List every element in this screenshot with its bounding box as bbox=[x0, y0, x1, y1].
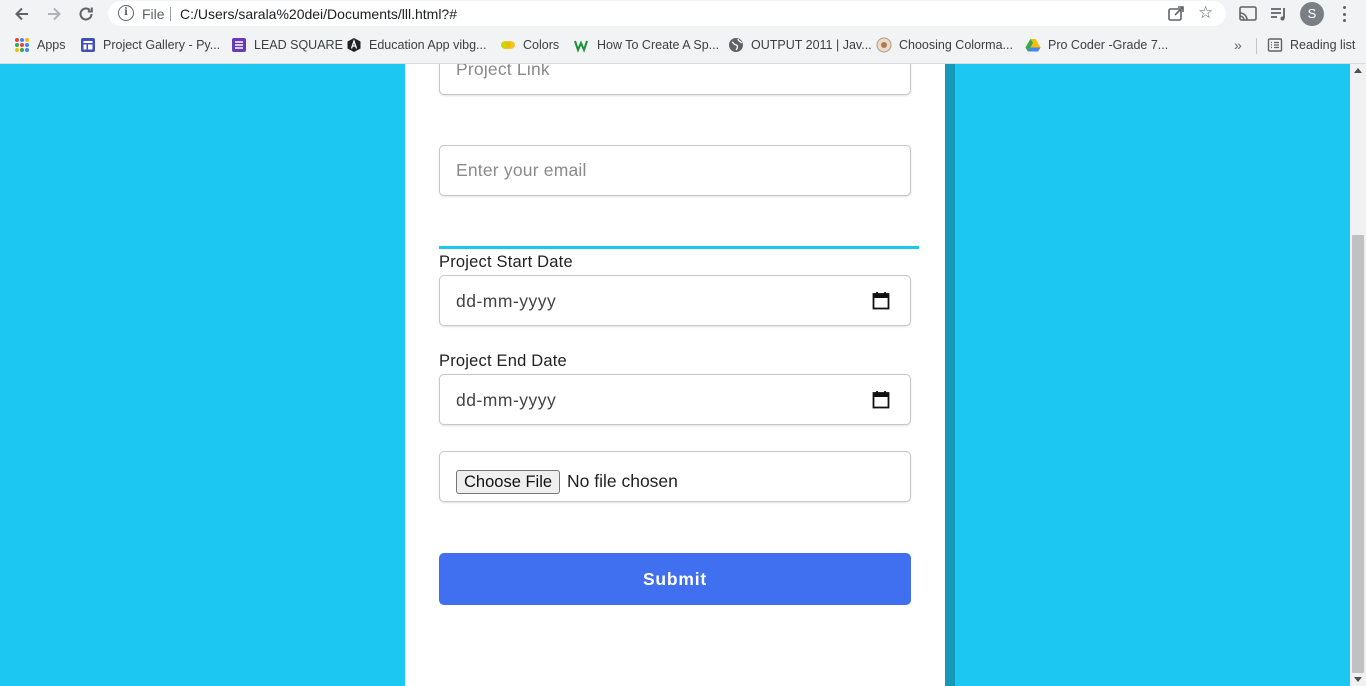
browser-toolbar: i File C:/Users/sarala%20dei/Documents/l… bbox=[0, 0, 1366, 28]
bookmark-apps[interactable]: Apps bbox=[14, 35, 66, 55]
bookmark-label: OUTPUT 2011 | Jav... bbox=[751, 38, 872, 52]
apps-grid-icon bbox=[14, 37, 30, 53]
forward-arrow-icon bbox=[48, 7, 61, 21]
back-button[interactable] bbox=[10, 2, 34, 26]
bookmark-project-gallery[interactable]: Project Gallery - Py... bbox=[80, 35, 220, 55]
education-app-icon bbox=[346, 37, 362, 53]
bookmarks-bar: Apps Project Gallery - Py... LEAD SQUARE… bbox=[0, 32, 1366, 58]
project-link-input[interactable]: Project Link bbox=[439, 64, 911, 95]
site-info-icon[interactable]: i bbox=[118, 5, 134, 21]
scrollbar-thumb[interactable] bbox=[1352, 235, 1364, 673]
browser-menu-icon[interactable] bbox=[1336, 4, 1352, 24]
bookmark-pro-coder[interactable]: Pro Coder -Grade 7... bbox=[1025, 35, 1168, 55]
colormap-icon bbox=[876, 37, 892, 53]
bookmark-colors[interactable]: Colors bbox=[500, 35, 559, 55]
browser-chrome: i File C:/Users/sarala%20dei/Documents/l… bbox=[0, 0, 1366, 64]
vertical-scrollbar[interactable] bbox=[1350, 64, 1366, 686]
media-control-icon[interactable] bbox=[1268, 3, 1290, 25]
project-gallery-icon bbox=[80, 37, 96, 53]
w-icon bbox=[574, 37, 590, 53]
bookmark-label: Project Gallery - Py... bbox=[103, 38, 221, 52]
reload-button[interactable] bbox=[74, 2, 98, 26]
cast-icon[interactable] bbox=[1237, 3, 1259, 25]
end-date-input[interactable]: dd-mm-yyyy bbox=[439, 374, 911, 425]
end-date-placeholder: dd-mm-yyyy bbox=[456, 390, 557, 410]
reload-icon bbox=[79, 7, 93, 21]
bookmark-lead-square[interactable]: LEAD SQUARE bbox=[231, 35, 343, 55]
calendar-icon[interactable] bbox=[872, 291, 890, 310]
url-text[interactable]: C:/Users/sarala%20dei/Documents/lll.html… bbox=[180, 6, 457, 22]
bookmark-output-2011[interactable]: OUTPUT 2011 | Jav... bbox=[728, 35, 872, 55]
globe-icon bbox=[728, 37, 744, 53]
colors-icon bbox=[500, 37, 516, 53]
omnibox-divider bbox=[170, 7, 171, 21]
submit-button[interactable]: Submit bbox=[439, 553, 911, 605]
scheme-label: File bbox=[142, 6, 165, 22]
bookmark-education-app[interactable]: Education App vibg... bbox=[346, 35, 486, 55]
section-divider bbox=[439, 246, 919, 249]
forward-button[interactable] bbox=[42, 2, 66, 26]
bookmark-how-to-create[interactable]: How To Create A Sp... bbox=[574, 35, 719, 55]
address-bar[interactable]: i File C:/Users/sarala%20dei/Documents/l… bbox=[108, 1, 1226, 26]
reading-list-label: Reading list bbox=[1290, 38, 1356, 52]
lead-square-icon bbox=[231, 37, 247, 53]
back-arrow-icon bbox=[15, 7, 28, 21]
start-date-label: Project Start Date bbox=[439, 253, 573, 271]
card-edge-shadow bbox=[945, 64, 955, 686]
page-viewport: Project Link Enter your email Project St… bbox=[0, 64, 1350, 686]
scroll-up-arrow-icon[interactable] bbox=[1354, 68, 1362, 73]
google-drive-icon bbox=[1025, 37, 1041, 53]
calendar-icon[interactable] bbox=[872, 390, 890, 409]
reading-list-icon bbox=[1267, 37, 1283, 53]
project-link-placeholder: Project Link bbox=[456, 64, 550, 79]
form-card: Project Link Enter your email Project St… bbox=[405, 64, 945, 686]
bookmark-label: Apps bbox=[37, 38, 66, 52]
email-placeholder: Enter your email bbox=[456, 160, 587, 180]
profile-avatar[interactable]: S bbox=[1300, 2, 1324, 26]
start-date-placeholder: dd-mm-yyyy bbox=[456, 291, 557, 311]
bookmark-label: Colors bbox=[523, 38, 560, 52]
bookmark-label: LEAD SQUARE bbox=[254, 38, 343, 52]
more-bookmarks-button[interactable]: » bbox=[1234, 37, 1242, 53]
bookmark-star-icon[interactable]: ☆ bbox=[1198, 3, 1213, 23]
start-date-input[interactable]: dd-mm-yyyy bbox=[439, 275, 911, 326]
end-date-label: Project End Date bbox=[439, 352, 567, 370]
file-upload-field: Choose File No file chosen bbox=[439, 451, 911, 502]
scroll-down-arrow-icon[interactable] bbox=[1354, 677, 1362, 682]
share-icon[interactable] bbox=[1166, 4, 1186, 24]
reading-list-button[interactable]: Reading list bbox=[1267, 35, 1355, 55]
choose-file-button[interactable]: Choose File bbox=[456, 470, 561, 494]
bookmark-label: Choosing Colorma... bbox=[899, 38, 1013, 52]
bookmark-label: Education App vibg... bbox=[369, 38, 487, 52]
file-status-text: No file chosen bbox=[567, 471, 678, 491]
bookmark-label: How To Create A Sp... bbox=[597, 38, 720, 52]
email-input[interactable]: Enter your email bbox=[439, 145, 911, 196]
bookmarks-divider bbox=[1256, 38, 1257, 54]
bookmark-label: Pro Coder -Grade 7... bbox=[1048, 38, 1169, 52]
bookmark-choosing-colormaps[interactable]: Choosing Colorma... bbox=[876, 35, 1013, 55]
